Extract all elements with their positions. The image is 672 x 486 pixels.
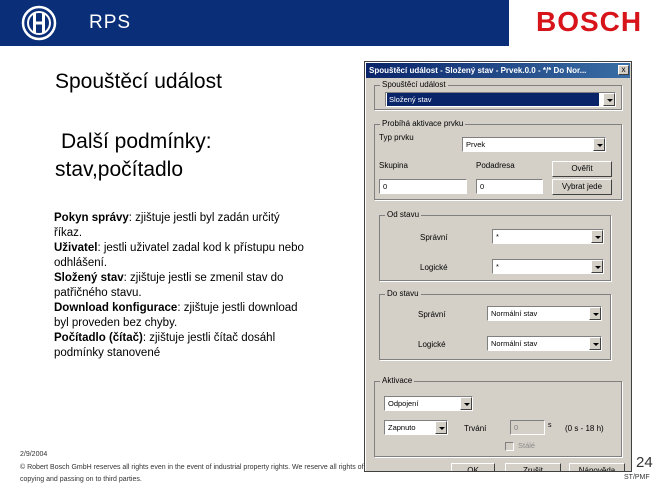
header-bar: RPS BOSCH: [0, 0, 672, 46]
duration-range: (0 s - 18 h): [565, 424, 604, 433]
footer: 2/9/2004 © Robert Bosch GmbH reserves al…: [20, 449, 366, 486]
activation-label: Aktivace: [380, 376, 415, 385]
from-admin-select[interactable]: *: [492, 229, 604, 244]
help-button[interactable]: Nápověda: [569, 463, 625, 471]
brand-wordmark: BOSCH: [536, 6, 643, 37]
subheading-line-1: Další podmínky:: [61, 130, 212, 153]
page-number: 24: [636, 454, 653, 471]
from-logic-select[interactable]: *: [492, 259, 604, 274]
to-logic-value: Normální stav: [491, 339, 538, 348]
switch-select[interactable]: Zapnuto: [384, 420, 448, 435]
cancel-button[interactable]: Zrušit: [505, 463, 561, 471]
group-label: Skupina: [379, 161, 408, 170]
note-item: Složený stav: zjištuje jestli se zmenil …: [54, 271, 309, 301]
note-term: Počítadlo (čítač): [54, 332, 143, 344]
slide-subheading: Další podmínky: stav,počítadlo: [55, 128, 212, 184]
from-logic-label: Logické: [420, 263, 448, 272]
note-item: Pokyn správy: zjištuje jestli byl zadán …: [54, 211, 309, 241]
trigger-group: Spouštěcí událost Složený stav: [374, 80, 622, 110]
to-admin-value: Normální stav: [491, 309, 538, 318]
chevron-down-icon[interactable]: [460, 397, 472, 410]
chevron-down-icon[interactable]: [603, 93, 615, 106]
chevron-down-icon[interactable]: [591, 230, 603, 243]
from-admin-value: *: [496, 232, 499, 241]
to-admin-label: Správní: [418, 310, 446, 319]
department-code: ST/PMF: [624, 474, 650, 481]
release-value: Odpojení: [388, 399, 419, 408]
to-state-group: Do stavu Správní Normální stav Logické N…: [379, 289, 611, 360]
from-state-label: Od stavu: [385, 210, 422, 219]
element-activation-label: Probíhá aktivace prvku: [380, 119, 466, 128]
element-type-select[interactable]: Prvek: [462, 137, 606, 152]
footer-date: 2/9/2004: [20, 451, 48, 458]
footer-copyright-2: copying and passing on to third parties.: [20, 476, 142, 483]
ok-button[interactable]: OK: [451, 463, 495, 471]
trigger-type-select[interactable]: Složený stav: [385, 92, 616, 107]
element-type-label: Typ prvku: [379, 133, 414, 142]
element-activation-group: Probíhá aktivace prvku Typ prvku Prvek S…: [374, 119, 622, 200]
to-logic-select[interactable]: Normální stav: [487, 336, 602, 351]
to-logic-label: Logické: [418, 340, 446, 349]
switch-value: Zapnuto: [388, 423, 416, 432]
from-state-group: Od stavu Správní * Logické *: [379, 210, 611, 281]
bosch-armature-logo: [0, 0, 78, 46]
note-term: Uživatel: [54, 242, 98, 254]
dialog-title: Spouštěcí událost - Složený stav - Prvek…: [366, 63, 630, 78]
chevron-down-icon[interactable]: [435, 421, 447, 434]
chevron-down-icon[interactable]: [591, 260, 603, 273]
chevron-down-icon[interactable]: [589, 307, 601, 320]
slide-heading: Spouštěcí událost: [55, 70, 222, 93]
close-icon[interactable]: x: [618, 65, 629, 75]
group-input[interactable]: 0: [379, 179, 467, 194]
from-logic-value: *: [496, 262, 499, 271]
subaddress-input[interactable]: 0: [476, 179, 543, 194]
subheading-line-2: stav,počítadlo: [55, 158, 184, 181]
to-state-label: Do stavu: [385, 289, 421, 298]
permanent-checkbox[interactable]: [505, 442, 514, 451]
footer-copyright-1: © Robert Bosch GmbH reserves all rights …: [20, 463, 366, 471]
trigger-group-label: Spouštěcí událost: [380, 80, 448, 89]
note-item: Počítadlo (čítač): zjištuje jestli čítač…: [54, 331, 309, 361]
duration-unit: s: [548, 422, 552, 429]
activation-group: Aktivace Odpojení Zapnuto Trvání 0 s (0 …: [374, 376, 622, 457]
note-term: Složený stav: [54, 272, 124, 284]
note-item: Download konfigurace: zjištuje jestli do…: [54, 301, 309, 331]
select-one-button[interactable]: Vybrat jede: [552, 179, 612, 195]
header-title: RPS: [89, 12, 132, 33]
note-item: Uživatel: jestli uživatel zadal kod k př…: [54, 241, 309, 271]
chevron-down-icon[interactable]: [589, 337, 601, 350]
verify-button[interactable]: Ověřit: [552, 161, 612, 177]
note-term: Pokyn správy: [54, 212, 129, 224]
bosch-logo-icon: [21, 5, 57, 41]
trigger-event-dialog: Spouštěcí událost - Složený stav - Prvek…: [364, 61, 632, 472]
notes-list: Pokyn správy: zjištuje jestli byl zadán …: [54, 211, 309, 361]
release-select[interactable]: Odpojení: [384, 396, 473, 411]
permanent-label: Stálé: [518, 441, 536, 450]
chevron-down-icon[interactable]: [593, 138, 605, 151]
subaddress-label: Podadresa: [476, 161, 515, 170]
to-admin-select[interactable]: Normální stav: [487, 306, 602, 321]
brand-logo: BOSCH: [509, 0, 672, 46]
duration-label: Trvání: [464, 424, 487, 433]
duration-input[interactable]: 0: [510, 420, 545, 435]
from-admin-label: Správní: [420, 233, 448, 242]
element-type-value: Prvek: [466, 140, 486, 149]
note-term: Download konfigurace: [54, 302, 178, 314]
trigger-type-value: Složený stav: [387, 93, 599, 106]
